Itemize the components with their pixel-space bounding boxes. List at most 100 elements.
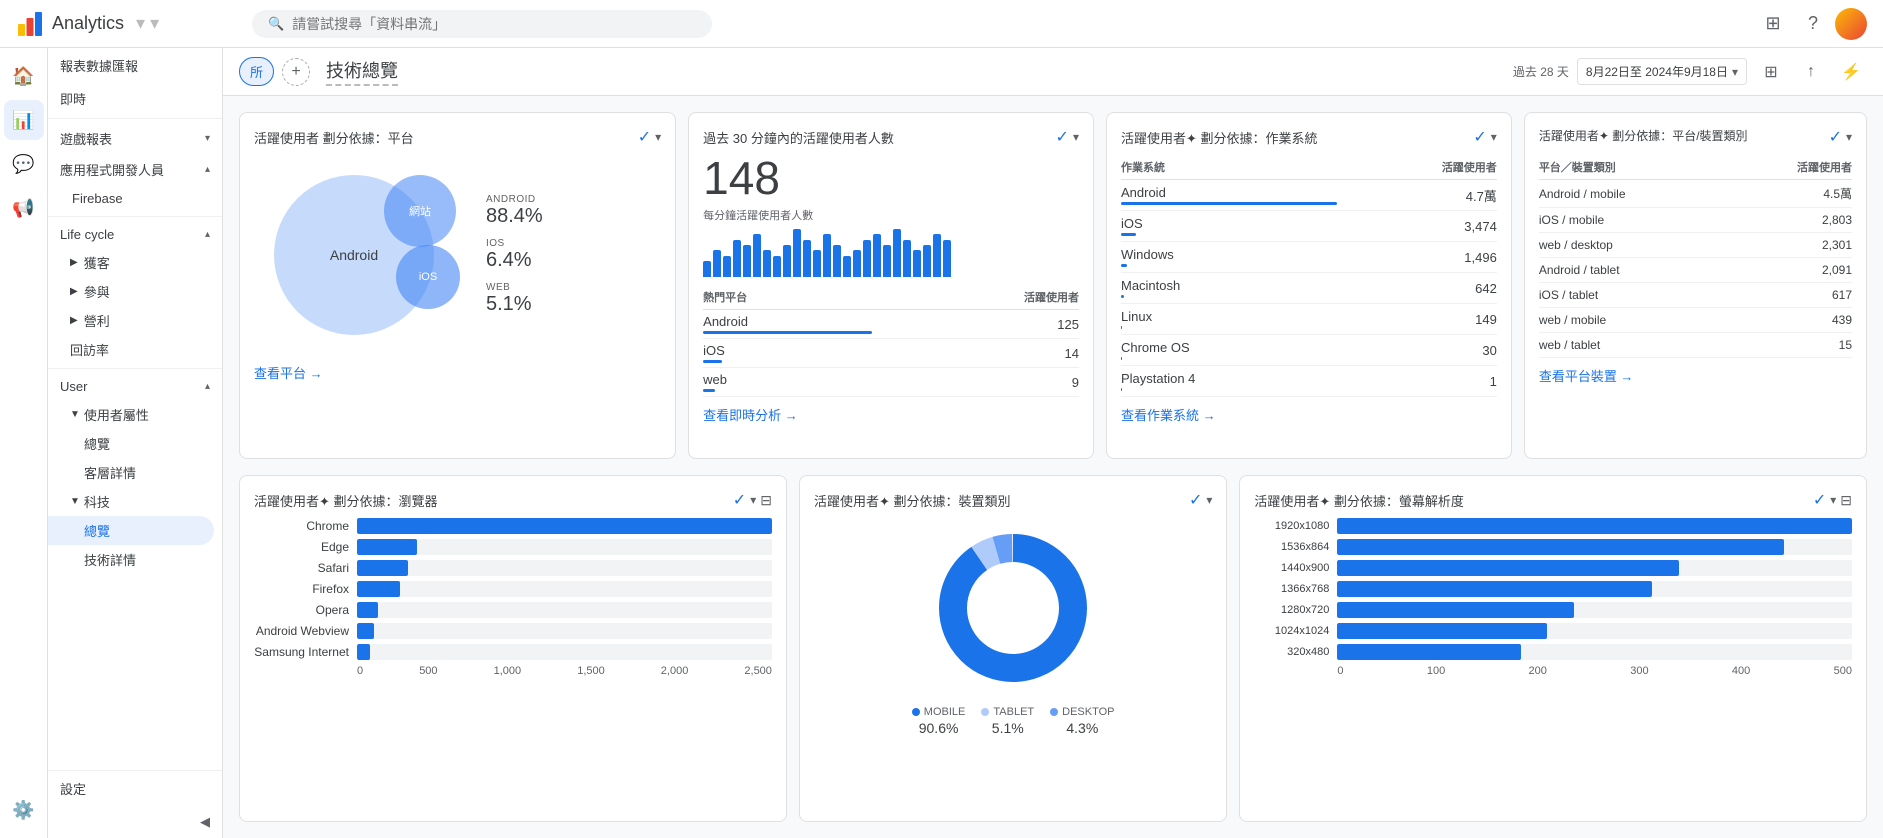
sidebar-item-reports-summary[interactable]: 報表數據匯報 xyxy=(48,48,222,83)
browser-x-axis: 05001,0001,5002,0002,500 xyxy=(254,665,772,677)
resolution-card-title: 活躍使用者✦ 劃分依據：螢幕解析度 xyxy=(1254,491,1812,510)
sidebar-item-tech-details[interactable]: 技術詳情 xyxy=(48,545,222,574)
browser-row: Android Webview xyxy=(254,623,772,639)
browser-filter-icon[interactable]: ⊟ xyxy=(760,492,772,509)
mobile-legend: MOBILE 90.6% xyxy=(912,706,966,736)
sidebar-item-lifecycle[interactable]: Life cycle ▴ xyxy=(48,221,222,248)
add-filter-btn[interactable]: + xyxy=(282,58,310,86)
browser-dropdown-icon[interactable]: ▾ xyxy=(750,493,756,507)
pd-view-link[interactable]: 查看平台裝置 → xyxy=(1539,366,1852,385)
mini-bar xyxy=(873,234,881,277)
table-row: Android / mobile 4.5萬 xyxy=(1539,180,1852,208)
mini-bar xyxy=(713,250,721,277)
sidebar-item-settings[interactable]: 設定 xyxy=(48,771,222,806)
sidebar-item-tech-overview[interactable]: 總覽 xyxy=(48,516,214,545)
nav-config[interactable]: ⚙️ xyxy=(4,790,44,830)
mini-bar xyxy=(793,229,801,277)
os-check-icon: ✓ xyxy=(1473,127,1486,147)
browser-bar xyxy=(357,644,370,660)
pd-dropdown-icon[interactable]: ▾ xyxy=(1846,130,1852,144)
desktop-legend: DESKTOP 4.3% xyxy=(1050,706,1114,736)
sidebar-item-instant[interactable]: 即時 xyxy=(48,83,222,114)
sidebar-item-games[interactable]: 遊戲報表 ▾ xyxy=(48,123,222,154)
nav-explore[interactable]: 💬 xyxy=(4,144,44,184)
mini-bar xyxy=(703,261,711,277)
mini-bar xyxy=(723,256,731,277)
os-users-col-header: 活躍使用者 xyxy=(1337,155,1497,180)
platform-card: 活躍使用者 劃分依據：平台 ✓ ▾ Android xyxy=(239,112,676,459)
share-btn[interactable]: ↑ xyxy=(1795,56,1827,88)
mini-bar xyxy=(883,245,891,277)
resolution-bar xyxy=(1337,623,1547,639)
desktop-label: DESKTOP xyxy=(1062,706,1114,718)
resolution-bar xyxy=(1337,539,1783,555)
tablet-value: 5.1% xyxy=(992,720,1024,736)
resolution-row: 320x480 xyxy=(1254,644,1852,660)
os-view-link[interactable]: 查看作業系統 → xyxy=(1121,405,1497,424)
search-box[interactable]: 🔍 xyxy=(252,10,712,38)
sidebar-item-overview[interactable]: 總覽 xyxy=(48,429,222,458)
browser-row: Edge xyxy=(254,539,772,555)
mini-bar xyxy=(833,245,841,277)
android-value: 88.4% xyxy=(486,205,543,228)
active-users-view-link[interactable]: 查看即時分析 → xyxy=(703,405,1079,424)
browser-bar xyxy=(357,623,374,639)
mini-bar xyxy=(773,256,781,277)
filter-chip[interactable]: 所 xyxy=(239,57,274,86)
sidebar-collapse-btn[interactable]: ◀ xyxy=(48,806,222,838)
nav-advertise[interactable]: 📢 xyxy=(4,188,44,228)
browser-card: 活躍使用者✦ 劃分依據：瀏覽器 ✓ ▾ ⊟ Chrome Edge xyxy=(239,475,787,822)
mini-bar xyxy=(913,250,921,277)
sidebar-item-acquire[interactable]: ▶ 獲客 xyxy=(48,248,222,277)
resolution-check-icon: ✓ xyxy=(1813,490,1826,510)
sidebar-item-appdev[interactable]: 應用程式開發人員 ▴ xyxy=(48,154,222,185)
sidebar-item-bounce[interactable]: 回訪率 xyxy=(48,335,222,364)
table-row: Chrome OS 30 xyxy=(1121,335,1497,366)
date-selector[interactable]: 8月22日至 2024年9月18日 ▾ xyxy=(1577,58,1747,85)
os-card: 活躍使用者✦ 劃分依據：作業系統 ✓ ▾ 作業系統 活躍使用者 xyxy=(1106,112,1512,459)
search-input[interactable] xyxy=(292,16,696,32)
resolution-row: 1536x864 xyxy=(1254,539,1852,555)
active-users-count: 148 xyxy=(703,155,1079,201)
table-row: iOS / tablet 617 xyxy=(1539,283,1852,308)
tablet-dot xyxy=(981,708,989,716)
table-row: iOS 3,474 xyxy=(1121,211,1497,242)
table-row: iOS 14 xyxy=(703,339,1079,368)
grid-icon-btn[interactable]: ⊞ xyxy=(1755,6,1791,42)
table-row: web 9 xyxy=(703,368,1079,397)
sidebar-item-engage[interactable]: ▶ 參與 xyxy=(48,277,222,306)
table-row: Android / tablet 2,091 xyxy=(1539,258,1852,283)
insights-btn[interactable]: ⚡ xyxy=(1835,56,1867,88)
os-dropdown-icon[interactable]: ▾ xyxy=(1491,130,1497,144)
sidebar-item-user-attr[interactable]: ▼ 使用者屬性 xyxy=(48,400,222,429)
nav-reports[interactable]: 📊 xyxy=(4,100,44,140)
table-row: Linux 149 xyxy=(1121,304,1497,335)
sidebar-item-user[interactable]: User ▴ xyxy=(48,373,222,400)
sidebar-item-revenue[interactable]: ▶ 營利 xyxy=(48,306,222,335)
browser-bar xyxy=(357,602,378,618)
sidebar-item-firebase[interactable]: Firebase xyxy=(48,185,222,212)
active-users-dropdown-icon[interactable]: ▾ xyxy=(1073,130,1079,144)
resolution-row: 1280x720 xyxy=(1254,602,1852,618)
platform-view-link[interactable]: 查看平台 → xyxy=(254,363,661,382)
ios-label: IOS xyxy=(486,238,543,249)
resolution-filter-icon[interactable]: ⊟ xyxy=(1840,492,1852,509)
ios-circle-label: iOS xyxy=(419,271,437,283)
avatar[interactable] xyxy=(1835,8,1867,40)
compare-btn[interactable]: ⊞ xyxy=(1755,56,1787,88)
pd-users-header: 活躍使用者 xyxy=(1730,155,1852,180)
sidebar-item-customer-details[interactable]: 客層詳情 xyxy=(48,458,222,487)
mini-bar xyxy=(753,234,761,277)
resolution-dropdown-icon[interactable]: ▾ xyxy=(1830,493,1836,507)
pd-type-header: 平台／裝置類別 xyxy=(1539,155,1731,180)
nav-home[interactable]: 🏠 xyxy=(4,56,44,96)
mini-bar xyxy=(783,245,791,277)
browser-chart: Chrome Edge Safari Firefox Opera xyxy=(254,518,772,677)
app-logo: Analytics ▾ ▾ xyxy=(16,10,236,38)
sidebar-item-tech[interactable]: ▼ 科技 xyxy=(48,487,222,516)
android-label: ANDROID xyxy=(486,194,543,205)
mini-bar-chart xyxy=(703,227,1079,277)
platform-dropdown-icon[interactable]: ▾ xyxy=(655,130,661,144)
device-dropdown-icon[interactable]: ▾ xyxy=(1206,493,1212,507)
help-icon-btn[interactable]: ? xyxy=(1795,6,1831,42)
